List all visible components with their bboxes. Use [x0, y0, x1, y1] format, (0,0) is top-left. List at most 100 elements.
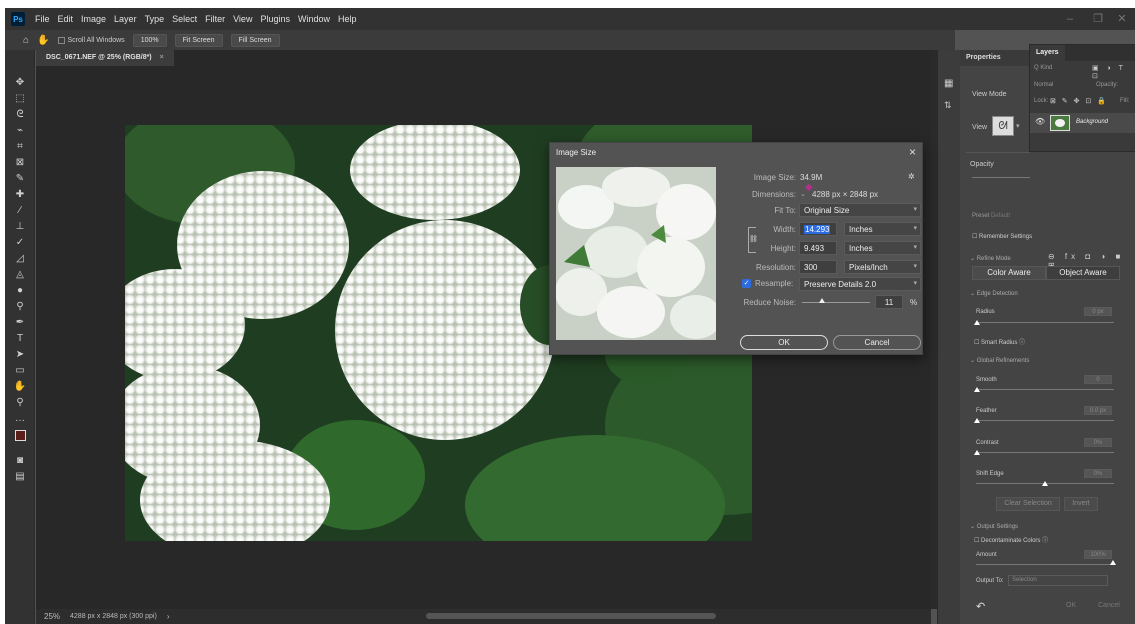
- lock-icons[interactable]: ⊠ ✎ ✥ ⊡ 🔒: [1050, 97, 1108, 105]
- close-window-icon[interactable]: ✕: [1107, 8, 1135, 30]
- amount-slider-knob[interactable]: [1110, 560, 1116, 565]
- menu-plugins[interactable]: Plugins: [256, 14, 294, 24]
- clear-selection-button[interactable]: Clear Selection: [996, 497, 1060, 511]
- dialog-close-icon[interactable]: ×: [909, 145, 916, 159]
- reduce-noise-slider-knob[interactable]: [819, 298, 826, 303]
- menu-view[interactable]: View: [229, 14, 256, 24]
- minimize-icon[interactable]: –: [1055, 8, 1085, 30]
- color-aware-button[interactable]: Color Aware: [972, 266, 1046, 280]
- width-input[interactable]: 14.293: [799, 222, 837, 236]
- blur-tool-icon[interactable]: ●: [11, 284, 29, 298]
- resample-select[interactable]: Preserve Details 2.0 ▾: [799, 277, 921, 291]
- width-unit-select[interactable]: Inches ▾: [844, 222, 921, 236]
- radius-slider-knob[interactable]: [974, 320, 980, 325]
- fit-to-select[interactable]: Original Size ▾: [799, 203, 921, 217]
- image-preview[interactable]: [556, 167, 716, 340]
- reduce-noise-input[interactable]: 11: [875, 295, 903, 309]
- status-arrow-icon[interactable]: ›: [167, 612, 170, 621]
- visibility-eye-icon[interactable]: 👁: [1035, 117, 1045, 126]
- clone-stamp-tool-icon[interactable]: ⊥: [11, 220, 29, 234]
- layer-row-background[interactable]: 👁 Background: [1030, 113, 1135, 133]
- hand-tool-icon[interactable]: ✋: [11, 380, 29, 394]
- resolution-unit-select[interactable]: Pixels/Inch ▾: [844, 260, 921, 274]
- feather-slider[interactable]: [976, 420, 1114, 421]
- menu-layer[interactable]: Layer: [110, 14, 141, 24]
- quick-selection-tool-icon[interactable]: ⌁: [11, 124, 29, 138]
- output-to-select[interactable]: Selection: [1008, 575, 1108, 586]
- history-brush-tool-icon[interactable]: ✓: [11, 236, 29, 250]
- settings-gear-icon[interactable]: ✲: [908, 172, 915, 181]
- hand-tool-icon[interactable]: ✋: [37, 35, 49, 46]
- foreground-color-swatch[interactable]: [15, 430, 26, 441]
- marquee-tool-icon[interactable]: ⬚: [11, 92, 29, 106]
- remember-settings-checkbox[interactable]: ☐ Remember Settings: [972, 233, 1032, 240]
- decontaminate-checkbox[interactable]: ☐ Decontaminate Colors ⓘ: [974, 535, 1048, 544]
- smooth-slider-knob[interactable]: [974, 387, 980, 392]
- menu-window[interactable]: Window: [294, 14, 334, 24]
- brush-tool-icon[interactable]: ∕: [11, 204, 29, 218]
- contrast-value[interactable]: 0%: [1084, 438, 1112, 447]
- smart-radius-checkbox[interactable]: ☐ Smart Radius ⓘ: [974, 337, 1025, 346]
- layer-filter-icons[interactable]: ▣ ◑ T ⊡: [1092, 64, 1135, 80]
- move-tool-icon[interactable]: ✥: [11, 76, 29, 90]
- document-tab-close-icon[interactable]: ×: [160, 54, 164, 61]
- global-refinements-section[interactable]: ⌄ Global Refinements: [970, 357, 1029, 364]
- type-tool-icon[interactable]: T: [11, 332, 29, 346]
- height-unit-select[interactable]: Inches ▾: [844, 241, 921, 255]
- more-tools-icon[interactable]: ···: [11, 414, 29, 428]
- eyedropper-tool-icon[interactable]: ✎: [11, 172, 29, 186]
- cancel-button[interactable]: Cancel: [833, 335, 921, 350]
- view-mode-dropdown-icon[interactable]: ▾: [1016, 122, 1020, 130]
- height-input[interactable]: 9.493: [799, 241, 837, 255]
- resample-checkbox[interactable]: ✓: [742, 279, 751, 288]
- crop-tool-icon[interactable]: ⌗: [11, 140, 29, 154]
- zoom-level[interactable]: 25%: [44, 612, 60, 621]
- document-info[interactable]: 4288 px x 2848 px (300 ppi): [70, 613, 157, 620]
- fill-screen-button[interactable]: Fill Screen: [230, 33, 280, 47]
- lasso-tool-icon[interactable]: ᘓ: [11, 108, 29, 122]
- rectangle-tool-icon[interactable]: ▭: [11, 364, 29, 378]
- dodge-tool-icon[interactable]: ⚲: [11, 300, 29, 314]
- menu-help[interactable]: Help: [334, 14, 361, 24]
- preset-value[interactable]: Default: [991, 213, 1010, 219]
- contrast-slider-knob[interactable]: [974, 450, 980, 455]
- object-aware-button[interactable]: Object Aware: [1046, 266, 1120, 280]
- home-icon[interactable]: ⌂: [23, 35, 29, 46]
- amount-slider[interactable]: [976, 564, 1114, 565]
- zoom-tool-icon[interactable]: ⚲: [11, 396, 29, 410]
- fit-screen-button[interactable]: Fit Screen: [174, 33, 223, 47]
- reset-icon[interactable]: ↶: [976, 600, 985, 613]
- menu-filter[interactable]: Filter: [201, 14, 229, 24]
- properties-ok-button[interactable]: OK: [1066, 602, 1076, 609]
- opacity-slider[interactable]: [972, 177, 1030, 178]
- shift-edge-value[interactable]: 0%: [1084, 469, 1112, 478]
- quick-mask-icon[interactable]: ◙: [11, 454, 29, 468]
- menu-edit[interactable]: Edit: [54, 14, 78, 24]
- frame-tool-icon[interactable]: ⊠: [11, 156, 29, 170]
- healing-brush-tool-icon[interactable]: ✚: [11, 188, 29, 202]
- edge-detection-section[interactable]: ⌄ Edge Detection: [970, 290, 1018, 297]
- path-selection-tool-icon[interactable]: ➤: [11, 348, 29, 362]
- menu-select[interactable]: Select: [168, 14, 201, 24]
- view-mode-thumbnail[interactable]: ᘛ: [992, 116, 1014, 136]
- smooth-value[interactable]: 0: [1084, 375, 1112, 384]
- feather-slider-knob[interactable]: [974, 418, 980, 423]
- ok-button[interactable]: OK: [740, 335, 828, 350]
- blend-mode-select[interactable]: Normal: [1034, 82, 1080, 92]
- layers-search[interactable]: Q Kind: [1034, 65, 1094, 75]
- feather-value[interactable]: 0.0 px: [1084, 406, 1112, 415]
- scroll-all-windows-checkbox[interactable]: Scroll All Windows: [57, 36, 125, 44]
- resolution-input[interactable]: 300: [799, 260, 837, 274]
- pen-tool-icon[interactable]: ✒: [11, 316, 29, 330]
- screen-mode-icon[interactable]: ▤: [11, 470, 29, 484]
- shift-edge-slider-knob[interactable]: [1042, 481, 1048, 486]
- menu-file[interactable]: File: [31, 14, 54, 24]
- invert-button[interactable]: Invert: [1064, 497, 1098, 511]
- radius-slider[interactable]: [976, 322, 1114, 323]
- amount-value[interactable]: 100%: [1084, 550, 1112, 559]
- paint-bucket-tool-icon[interactable]: ◬: [11, 268, 29, 282]
- output-settings-section[interactable]: ⌄ Output Settings: [970, 523, 1018, 530]
- horizontal-scrollbar[interactable]: [426, 613, 716, 619]
- contrast-slider[interactable]: [976, 452, 1114, 453]
- reduce-noise-slider[interactable]: [802, 298, 870, 303]
